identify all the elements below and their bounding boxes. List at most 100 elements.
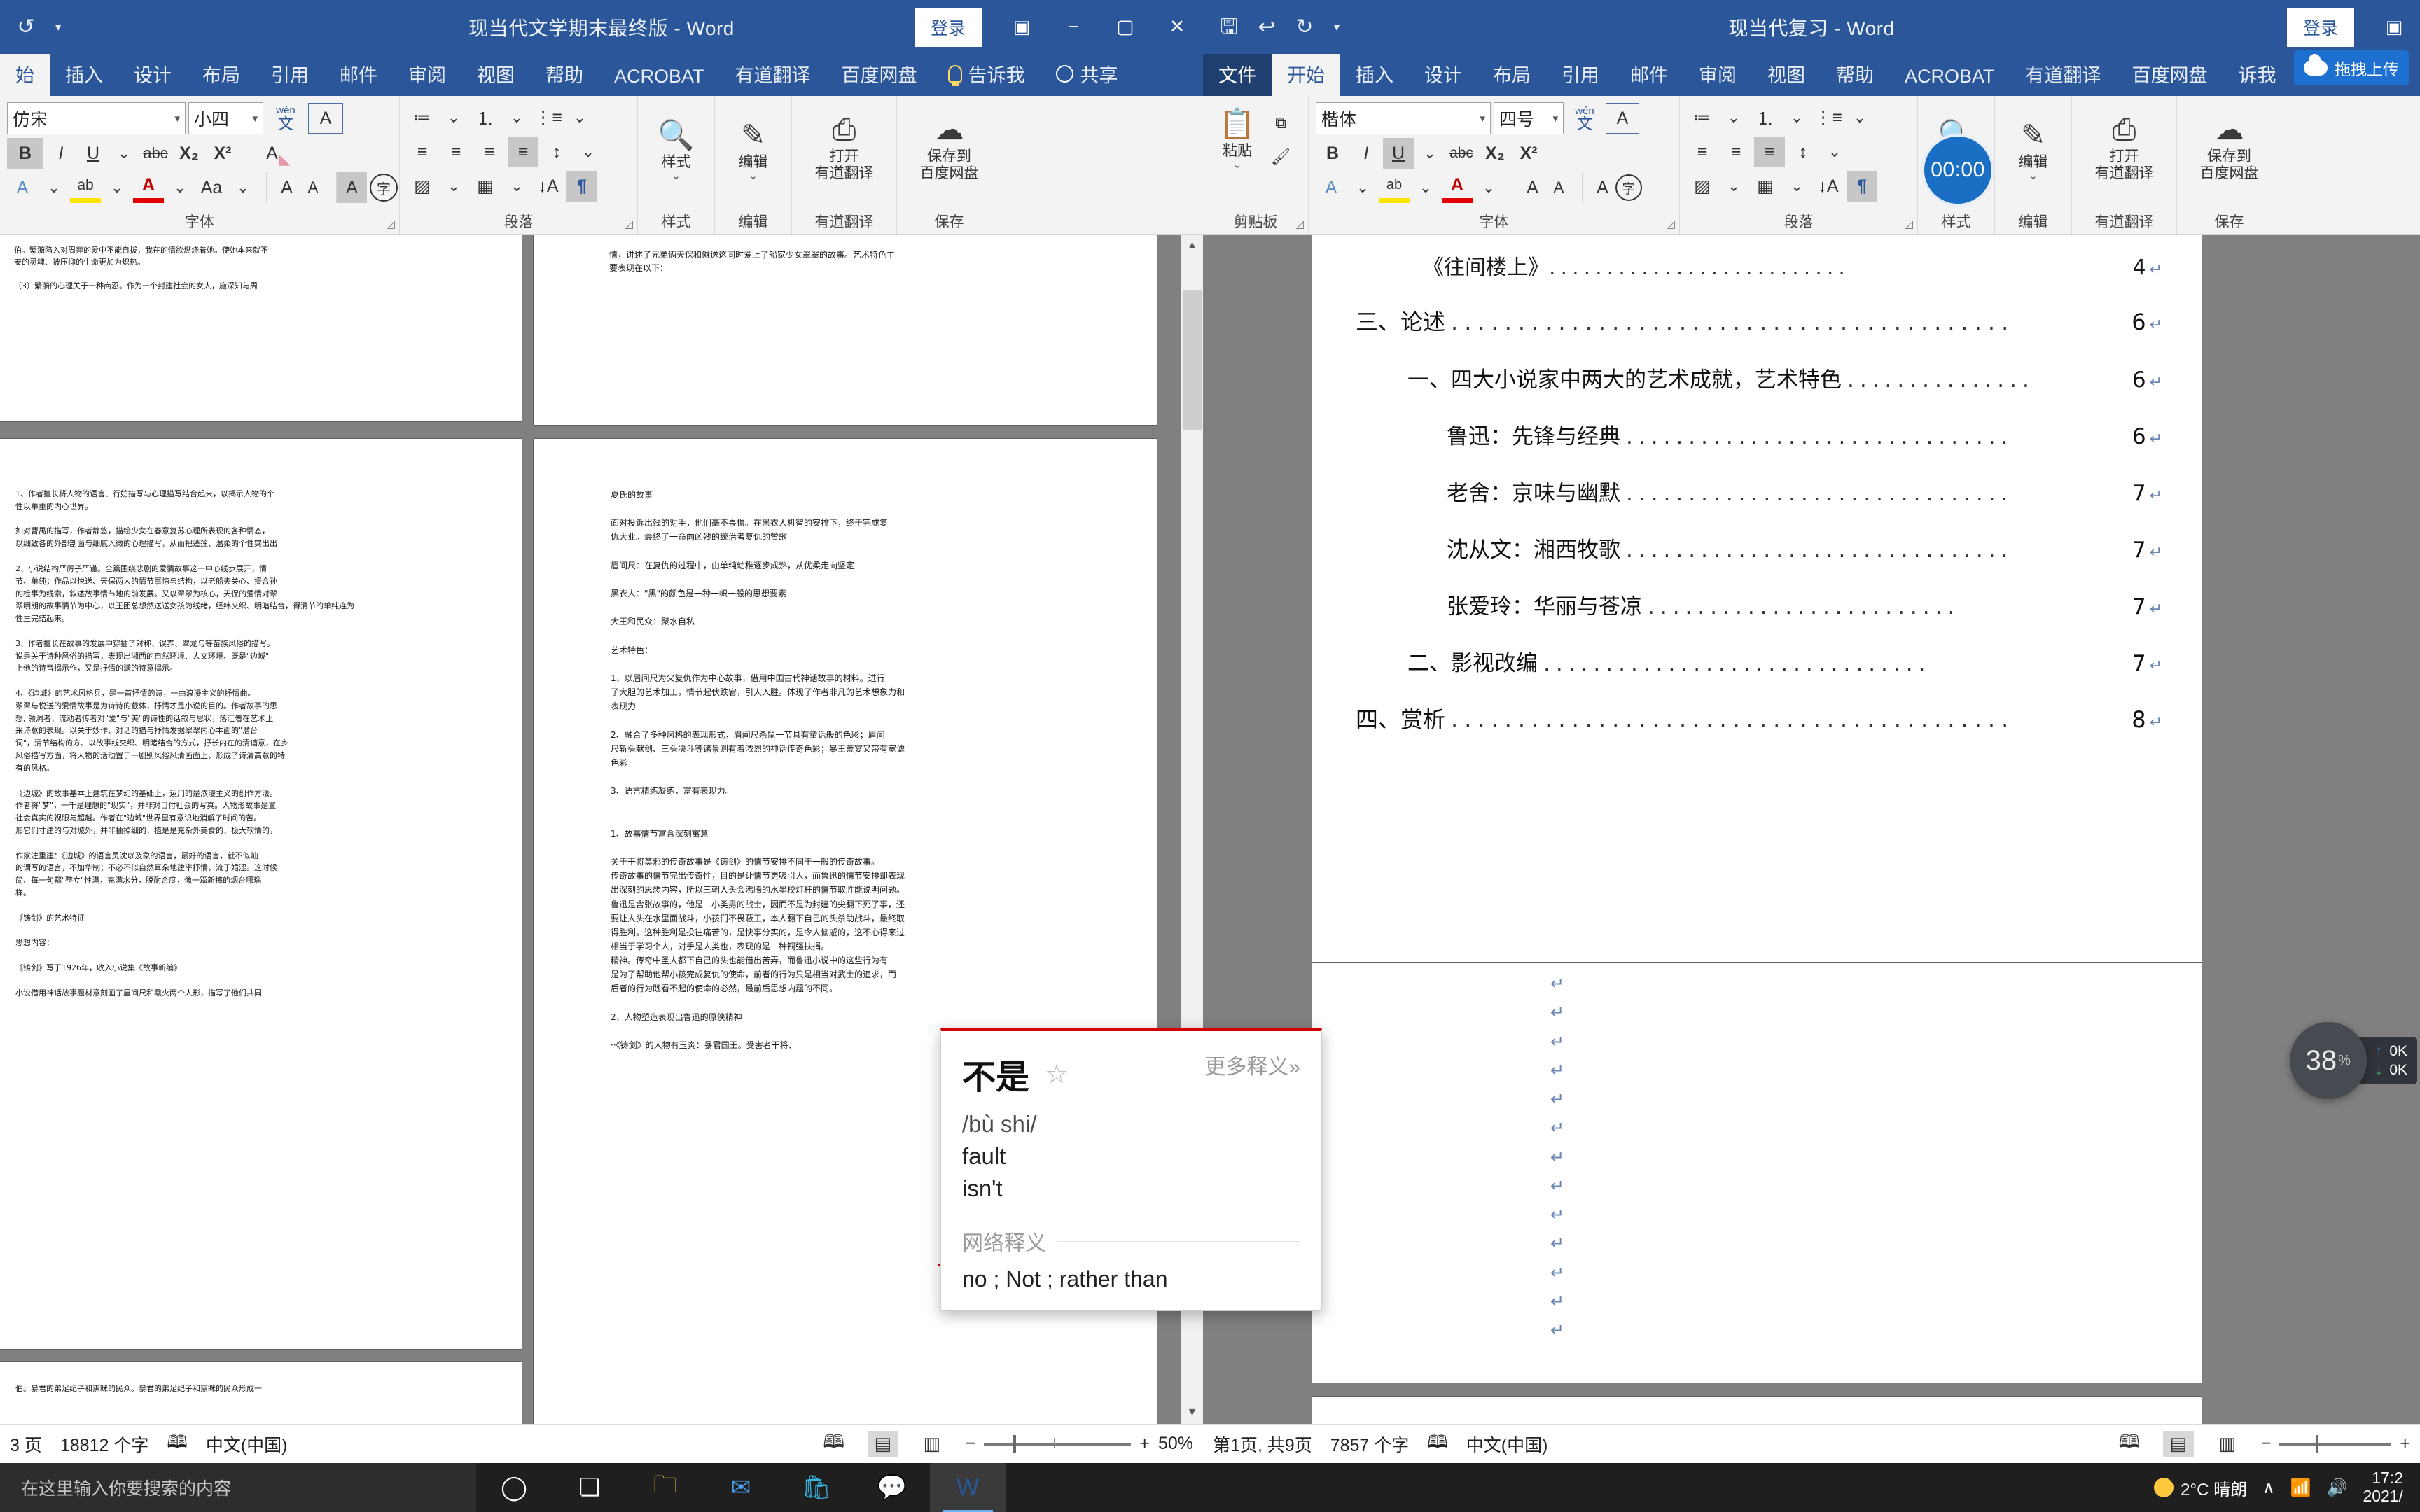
tab-layout[interactable]: 布局	[187, 54, 256, 96]
status-pages[interactable]: 3 页	[10, 1432, 42, 1457]
enclose-characters-icon[interactable]: 字	[370, 174, 398, 202]
numbering-dropdown-icon[interactable]: ⌄	[1783, 104, 1810, 132]
show-formatting-marks-icon[interactable]: ¶	[566, 171, 597, 202]
read-mode-icon[interactable]: 🕮	[819, 1431, 849, 1457]
tab-acrobat[interactable]: ACROBAT	[1889, 59, 2010, 96]
toc-text[interactable]: 沈从文：湘西牧歌	[1447, 532, 1620, 564]
status-language[interactable]: 中文(中国)	[206, 1432, 288, 1457]
right-status-bar[interactable]: 第1页, 共9页 7857 个字 🕮 中文(中国) 🕮 ▤ ▥ − +	[1203, 1424, 2420, 1463]
scroll-down-button[interactable]: ▼	[1181, 1401, 1203, 1424]
character-border-icon[interactable]: A	[1606, 103, 1639, 134]
tab-youdao[interactable]: 有道翻译	[2010, 54, 2117, 96]
multilevel-dropdown-icon[interactable]: ⌄	[1847, 104, 1873, 132]
numbering-icon[interactable]: ⒈	[1750, 102, 1781, 133]
more-definitions-link[interactable]: 更多释义»	[1204, 1049, 1300, 1080]
left-ribbon-tabs[interactable]: 始 插入 设计 布局 引用 邮件 审阅 视图 帮助 ACROBAT 有道翻译 百…	[0, 54, 1203, 96]
shrink-font-icon[interactable]: A	[300, 174, 326, 202]
shading-dropdown-icon[interactable]: ⌄	[440, 172, 467, 200]
system-tray[interactable]: 2°C 晴朗 ∧ 📶 🔊 17:2 2021/	[2154, 1463, 2420, 1512]
subscript-button[interactable]: X₂	[1480, 138, 1510, 169]
print-layout-icon[interactable]: ▤	[867, 1430, 898, 1457]
copy-icon[interactable]: ⧉	[1267, 109, 1294, 137]
numbering-dropdown-icon[interactable]: ⌄	[503, 104, 530, 132]
character-shading-icon[interactable]: A	[336, 172, 367, 203]
underline-dropdown-icon[interactable]: ⌄	[111, 139, 137, 167]
underline-button[interactable]: U	[78, 138, 108, 169]
word-icon[interactable]: W	[930, 1463, 1006, 1512]
cortana-icon[interactable]: ◯	[476, 1463, 552, 1512]
tab-view[interactable]: 视图	[1752, 54, 1821, 96]
cpu-usage-widget[interactable]: 38 % ↑ 0K ↓ 0K	[2289, 1022, 2417, 1099]
highlight-dropdown-icon[interactable]: ⌄	[1412, 174, 1439, 202]
toc-text[interactable]: 老舍：京味与幽默	[1447, 475, 1620, 507]
italic-button[interactable]: I	[1352, 138, 1380, 169]
zoom-slider-knob[interactable]	[1013, 1434, 1017, 1453]
borders-dropdown-icon[interactable]: ⌄	[1783, 172, 1810, 200]
tab-mailings[interactable]: 邮件	[1615, 54, 1683, 96]
store-icon[interactable]: 🛍	[779, 1463, 854, 1512]
network-icon[interactable]: 📶	[2290, 1478, 2311, 1498]
editing-button[interactable]: ✎ 编辑 ⌄	[2000, 118, 2067, 182]
tell-me-box[interactable]: 告诉我	[933, 54, 1041, 96]
tab-file[interactable]: 文件	[1203, 54, 1272, 96]
highlight-color-icon[interactable]: ab	[70, 172, 101, 203]
zoom-slider[interactable]	[2279, 1434, 2392, 1453]
toc-text[interactable]: 二、影视改编	[1407, 645, 1538, 677]
tab-review[interactable]: 审阅	[1683, 54, 1752, 96]
close-button[interactable]: ✕	[1151, 4, 1203, 51]
tab-help[interactable]: 帮助	[530, 54, 599, 96]
zoom-slider[interactable]	[984, 1434, 1132, 1453]
bullets-icon[interactable]: ≔	[1687, 102, 1718, 133]
tab-baidu-netdisk[interactable]: 百度网盘	[2117, 54, 2223, 96]
print-layout-icon[interactable]: ▤	[2162, 1430, 2194, 1457]
phonetic-guide-icon[interactable]: wén 文	[266, 103, 305, 134]
read-mode-icon[interactable]: 🕮	[2114, 1431, 2145, 1457]
scroll-up-button[interactable]: ▲	[1181, 234, 1203, 257]
text-effects-dropdown-icon[interactable]: ⌄	[1349, 174, 1376, 202]
highlight-color-icon[interactable]: ab	[1379, 172, 1410, 203]
format-painter-icon[interactable]: 🖌	[1267, 143, 1294, 171]
editing-button[interactable]: ✎ 编辑 ⌄	[720, 118, 787, 182]
page-fragment-1[interactable]: 伯。繁漪陷入对周萍的爱中不能自拔，我在的情欲燃烧着她。使她本来就不 安的灵魂、被…	[0, 234, 522, 421]
toc-page-lower[interactable]: ↵ ↵ ↵ ↵ ↵ ↵ ↵ ↵ ↵ ↵ ↵ ↵ ↵	[1312, 962, 2202, 1382]
tab-insert[interactable]: 插入	[1340, 54, 1409, 96]
tab-layout[interactable]: 布局	[1477, 54, 1546, 96]
superscript-button[interactable]: X²	[207, 138, 238, 169]
scrollbar-thumb[interactable]	[1183, 290, 1202, 430]
clock[interactable]: 17:2 2021/	[2363, 1469, 2403, 1506]
multilevel-dropdown-icon[interactable]: ⌄	[566, 104, 593, 132]
text-effects-icon[interactable]: A	[7, 172, 38, 203]
borders-icon[interactable]: ▦	[1750, 171, 1781, 202]
right-titlebar-controls[interactable]: 登录 ▣	[2286, 0, 2420, 54]
open-youdao-button[interactable]: ⎙ 打开 有道翻译	[803, 112, 886, 181]
page-fragment-4[interactable]: 情，讲述了兄弟俩天保和傩送这同时爱上了船家少女翠翠的故事。艺术特色主 要表现在以…	[534, 234, 1157, 425]
timer-badge[interactable]: 00:00	[1924, 136, 1991, 204]
toc-text[interactable]: 四、赏析	[1356, 702, 1445, 734]
change-case-icon[interactable]: Aa	[196, 172, 227, 203]
tab-review[interactable]: 审阅	[393, 54, 461, 96]
phonetic-guide-icon[interactable]: wén 文	[1566, 103, 1603, 134]
tab-design[interactable]: 设计	[1409, 54, 1477, 96]
tab-help[interactable]: 帮助	[1821, 54, 1889, 96]
shading-dropdown-icon[interactable]: ⌄	[1720, 172, 1747, 200]
character-shading-icon[interactable]: A	[1582, 172, 1613, 203]
italic-button[interactable]: I	[46, 138, 76, 169]
left-status-bar[interactable]: 3 页 18812 个字 🕮 中文(中国) 🕮 ▤ ▥ − + 50%	[0, 1424, 1203, 1463]
tab-youdao[interactable]: 有道翻译	[720, 54, 826, 96]
zoom-in-button[interactable]: +	[2400, 1434, 2410, 1454]
zoom-control[interactable]: − + 50%	[966, 1434, 1193, 1454]
mail-icon[interactable]: ✉	[703, 1463, 779, 1512]
bold-button[interactable]: B	[1316, 138, 1349, 169]
volume-icon[interactable]: 🔊	[2327, 1478, 2348, 1498]
line-spacing-dropdown-icon[interactable]: ⌄	[575, 138, 601, 166]
align-center-icon[interactable]: ≡	[1720, 136, 1751, 167]
bullets-dropdown-icon[interactable]: ⌄	[1720, 104, 1747, 132]
line-spacing-icon[interactable]: ↕	[541, 136, 572, 167]
enclose-characters-icon[interactable]: 字	[1615, 174, 1642, 201]
line-spacing-dropdown-icon[interactable]: ⌄	[1821, 138, 1848, 166]
tab-home[interactable]: 始	[0, 54, 50, 96]
shrink-font-icon[interactable]: A	[1545, 174, 1572, 202]
wechat-icon[interactable]: 💬	[854, 1463, 930, 1512]
align-center-icon[interactable]: ≡	[440, 136, 471, 167]
windows-taskbar[interactable]: 在这里输入你要搜索的内容 ◯ ❏ 🗀 ✉ 🛍 💬 W 2°C 晴朗 ∧ 📶 🔊 …	[0, 1463, 2420, 1512]
